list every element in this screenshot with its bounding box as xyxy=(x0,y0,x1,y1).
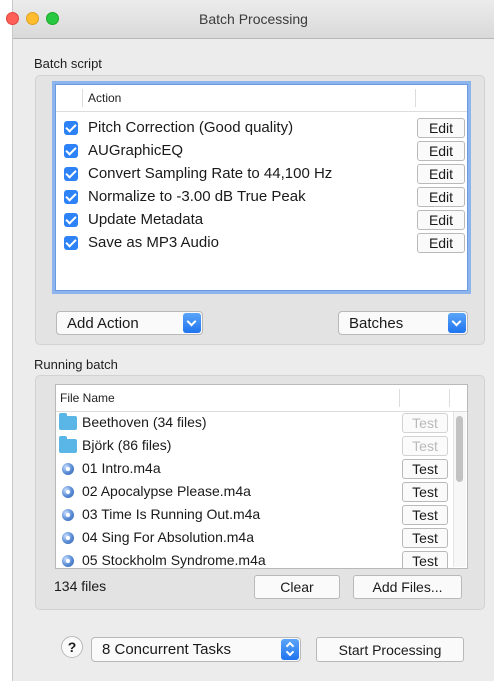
add-action-label: Add Action xyxy=(67,315,139,332)
scrollbar-thumb[interactable] xyxy=(456,416,463,482)
start-processing-button[interactable]: Start Processing xyxy=(316,637,464,662)
file-row[interactable]: Beethoven (34 files) Test xyxy=(56,412,467,435)
file-name: 02 Apocalypse Please.m4a xyxy=(82,483,251,499)
action-row[interactable]: Convert Sampling Rate to 44,100 Hz Edit xyxy=(56,163,467,186)
column-separator xyxy=(449,389,450,407)
column-separator xyxy=(82,89,83,107)
audio-file-icon xyxy=(62,486,74,498)
audio-file-icon xyxy=(62,532,74,544)
action-label: Update Metadata xyxy=(88,211,204,228)
add-files-button[interactable]: Add Files... xyxy=(353,575,462,599)
test-button[interactable]: Test xyxy=(402,505,448,525)
edit-button[interactable]: Edit xyxy=(417,118,465,138)
running-batch-label: Running batch xyxy=(34,357,118,372)
batch-script-table-header: Action xyxy=(56,85,467,112)
batch-script-table[interactable]: Action Pitch Correction (Good quality) Ed… xyxy=(55,84,468,291)
folder-icon xyxy=(59,436,77,453)
edit-button[interactable]: Edit xyxy=(417,164,465,184)
checkbox-checked-icon[interactable] xyxy=(64,236,78,250)
chevron-down-icon xyxy=(448,313,466,333)
window-title: Batch Processing xyxy=(199,11,308,27)
file-name: 01 Intro.m4a xyxy=(82,460,161,476)
add-action-popup[interactable]: Add Action xyxy=(56,311,203,335)
edit-button[interactable]: Edit xyxy=(417,187,465,207)
clear-button[interactable]: Clear xyxy=(254,575,340,599)
concurrent-tasks-popup[interactable]: 8 Concurrent Tasks xyxy=(91,637,301,662)
action-label: Pitch Correction (Good quality) xyxy=(88,119,294,136)
file-row[interactable]: 01 Intro.m4a Test xyxy=(56,458,467,481)
test-button[interactable]: Test xyxy=(402,551,448,568)
file-name: Björk (86 files) xyxy=(82,437,172,453)
audio-file-icon xyxy=(62,509,74,521)
concurrent-tasks-label: 8 Concurrent Tasks xyxy=(102,641,231,658)
action-row[interactable]: Update Metadata Edit xyxy=(56,209,467,232)
checkbox-checked-icon[interactable] xyxy=(64,167,78,181)
batches-label: Batches xyxy=(349,315,404,332)
edit-button[interactable]: Edit xyxy=(417,141,465,161)
file-count: 134 files xyxy=(54,578,107,594)
column-separator xyxy=(399,389,400,407)
file-name: 03 Time Is Running Out.m4a xyxy=(82,506,261,522)
file-row[interactable]: 02 Apocalypse Please.m4a Test xyxy=(56,481,467,504)
action-label: AUGraphicEQ xyxy=(88,142,184,159)
file-name: 04 Sing For Absolution.m4a xyxy=(82,529,254,545)
checkbox-checked-icon[interactable] xyxy=(64,190,78,204)
test-button[interactable]: Test xyxy=(402,459,448,479)
audio-file-icon xyxy=(62,555,74,567)
action-row[interactable]: Save as MP3 Audio Edit xyxy=(56,232,467,255)
batch-script-label: Batch script xyxy=(34,56,102,71)
test-button[interactable]: Test xyxy=(402,482,448,502)
file-row[interactable]: 04 Sing For Absolution.m4a Test xyxy=(56,527,467,550)
test-button[interactable]: Test xyxy=(402,413,448,433)
file-name: Beethoven (34 files) xyxy=(82,414,207,430)
test-button[interactable]: Test xyxy=(402,528,448,548)
action-label: Save as MP3 Audio xyxy=(88,234,219,251)
checkbox-checked-icon[interactable] xyxy=(64,121,78,135)
chevron-updown-icon xyxy=(281,639,299,660)
chevron-down-icon xyxy=(183,313,201,333)
folder-icon xyxy=(59,413,77,430)
batch-processing-window: Batch Processing Batch script Action Pit… xyxy=(6,0,494,681)
file-list-table[interactable]: File Name Beethoven (34 files) Test Björk … xyxy=(55,384,468,569)
file-row[interactable]: 03 Time Is Running Out.m4a Test xyxy=(56,504,467,527)
edit-button[interactable]: Edit xyxy=(417,210,465,230)
file-name-column-header[interactable]: File Name xyxy=(60,391,115,405)
batches-popup[interactable]: Batches xyxy=(338,311,468,335)
file-row[interactable]: Björk (86 files) Test xyxy=(56,435,467,458)
file-list-scrollbar[interactable] xyxy=(453,412,466,567)
test-button[interactable]: Test xyxy=(402,436,448,456)
action-label: Normalize to -3.00 dB True Peak xyxy=(88,188,306,205)
help-button[interactable]: ? xyxy=(61,636,83,658)
checkbox-checked-icon[interactable] xyxy=(64,213,78,227)
action-row[interactable]: Pitch Correction (Good quality) Edit xyxy=(56,117,467,140)
action-label: Convert Sampling Rate to 44,100 Hz xyxy=(88,165,333,182)
file-name: 05 Stockholm Syndrome.m4a xyxy=(82,552,266,568)
file-list-table-header: File Name xyxy=(56,385,467,412)
column-separator xyxy=(415,89,416,107)
audio-file-icon xyxy=(62,463,74,475)
action-row[interactable]: AUGraphicEQ Edit xyxy=(56,140,467,163)
action-column-header[interactable]: Action xyxy=(88,91,121,105)
edit-button[interactable]: Edit xyxy=(417,233,465,253)
action-row[interactable]: Normalize to -3.00 dB True Peak Edit xyxy=(56,186,467,209)
file-row[interactable]: 05 Stockholm Syndrome.m4a Test xyxy=(56,550,467,568)
checkbox-checked-icon[interactable] xyxy=(64,144,78,158)
title-bar: Batch Processing xyxy=(6,0,494,39)
